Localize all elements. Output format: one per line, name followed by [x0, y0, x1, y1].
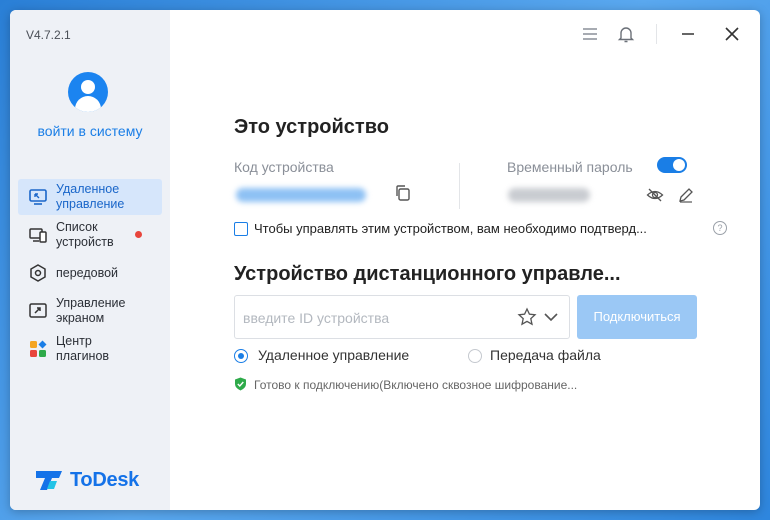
permission-checkbox[interactable]: [234, 222, 248, 236]
device-code-value-blurred: [236, 188, 366, 202]
monitor-remote-icon: [28, 187, 48, 207]
copy-icon[interactable]: [394, 184, 412, 202]
mode-file-label: Передача файла: [490, 347, 601, 363]
notification-badge: [135, 231, 142, 238]
mode-file-radio[interactable]: [468, 349, 482, 363]
mode-remote-label: Удаленное управление: [258, 347, 410, 363]
connect-button[interactable]: Подключиться: [577, 295, 697, 339]
sidebar-item-label: Список устройств: [56, 220, 114, 249]
sidebar-nav: Удаленное управление Список устройств пе…: [18, 179, 162, 369]
temp-password-label: Временный пароль: [507, 159, 633, 175]
version-label: V4.7.2.1: [26, 28, 71, 42]
device-code-label: Код устройства: [234, 159, 334, 175]
chevron-down-icon[interactable]: [541, 307, 561, 327]
sidebar-item-remote-control[interactable]: Удаленное управление: [18, 179, 162, 215]
shield-check-icon: [234, 377, 247, 391]
remote-device-title: Устройство дистанционного управле...: [234, 263, 621, 285]
devices-list-icon: [28, 225, 48, 245]
device-id-box: [234, 295, 570, 339]
this-device-title: Это устройство: [234, 116, 389, 138]
plugins-grid-icon: [28, 339, 48, 359]
titlebar-divider: [656, 24, 657, 44]
sidebar-item-plugin-center[interactable]: Центр плагинов: [18, 331, 162, 367]
hexagon-settings-icon: [28, 263, 48, 283]
avatar-body: [75, 96, 101, 112]
mode-remote-radio[interactable]: [234, 349, 248, 363]
sidebar-item-label: передовой: [56, 265, 119, 280]
star-icon[interactable]: [517, 307, 537, 327]
temp-password-toggle[interactable]: [657, 157, 687, 173]
sidebar-item-device-list[interactable]: Список устройств: [18, 217, 162, 253]
login-link[interactable]: войти в систему: [10, 123, 170, 139]
connection-status: Готово к подключению(Включено сквозное ш…: [254, 378, 578, 392]
sidebar-item-advanced[interactable]: передовой: [18, 255, 162, 291]
brand-name: ToDesk: [70, 468, 139, 491]
sidebar: V4.7.2.1 войти в систему Удаленное управ…: [10, 10, 170, 510]
section-divider: [459, 163, 460, 209]
minimize-icon[interactable]: [678, 24, 698, 44]
sidebar-item-label: Центр плагинов: [56, 334, 110, 363]
pencil-icon[interactable]: [677, 186, 695, 204]
bell-icon[interactable]: [616, 24, 636, 44]
avatar-head: [81, 80, 95, 94]
toggle-knob: [673, 159, 685, 171]
help-icon[interactable]: ?: [713, 221, 727, 235]
temp-password-value-blurred: [508, 188, 590, 202]
avatar[interactable]: [68, 72, 108, 112]
app-window: V4.7.2.1 войти в систему Удаленное управ…: [10, 10, 760, 510]
sidebar-item-label: Удаленное управление: [56, 182, 125, 211]
todesk-logo: ToDesk: [34, 468, 139, 492]
todesk-logo-icon: [36, 471, 62, 490]
device-id-input[interactable]: [241, 307, 505, 329]
menu-icon[interactable]: [580, 24, 600, 44]
permission-text: Чтобы управлять этим устройством, вам не…: [254, 221, 647, 236]
eye-off-icon[interactable]: [646, 186, 664, 204]
screen-arrow-icon: [28, 301, 48, 321]
close-icon[interactable]: [722, 24, 742, 44]
sidebar-item-screen-control[interactable]: Управление экраном: [18, 293, 162, 329]
sidebar-item-label: Управление экраном: [56, 296, 126, 325]
